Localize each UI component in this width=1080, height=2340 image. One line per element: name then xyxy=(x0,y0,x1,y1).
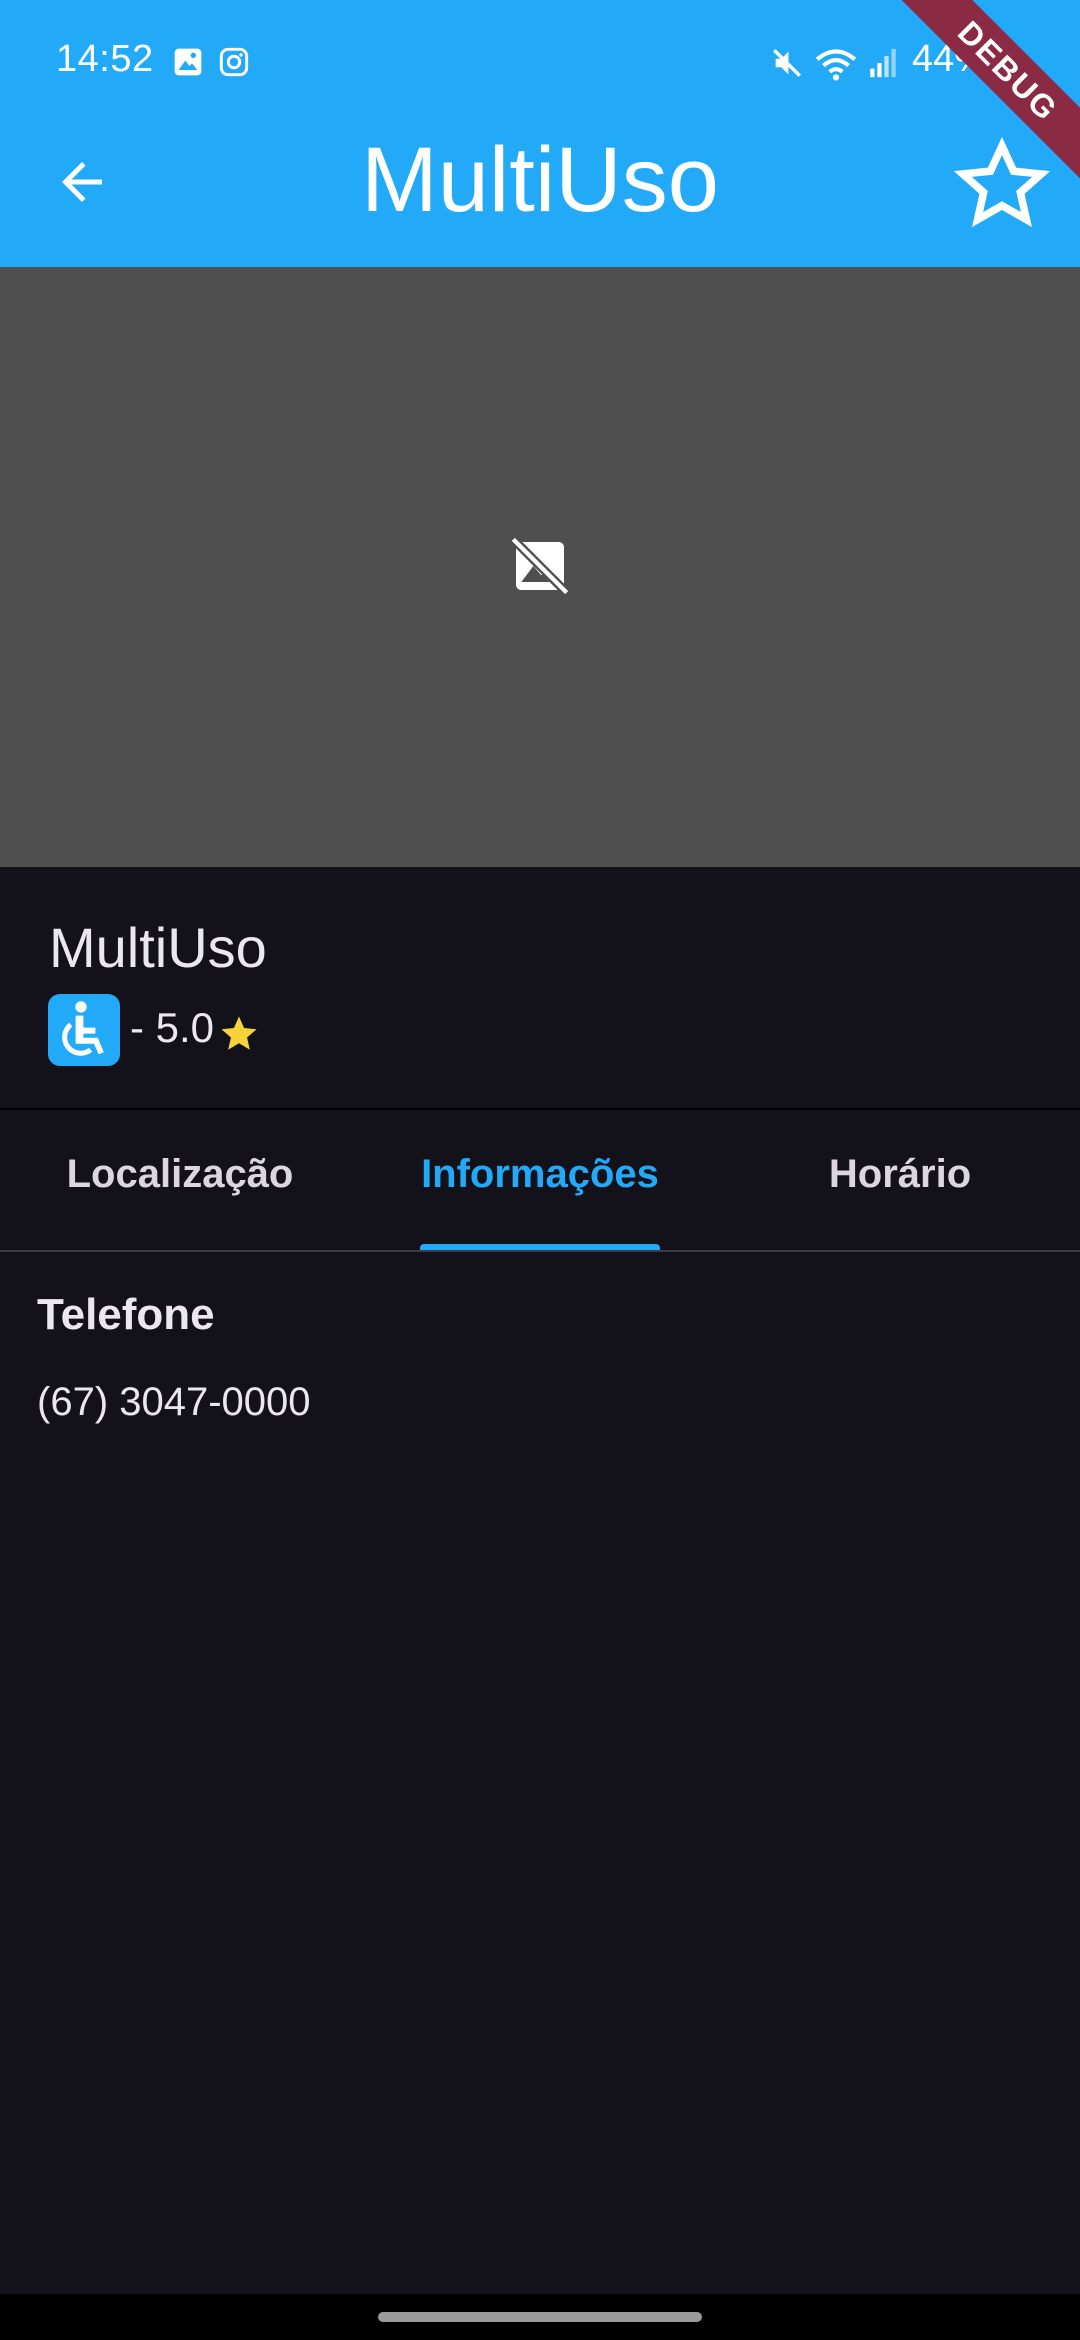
status-bar: 14:52 44% xyxy=(0,0,1080,128)
status-time: 14:52 xyxy=(56,38,154,80)
tab-informacoes[interactable]: Informações xyxy=(360,1152,720,1197)
place-image-placeholder xyxy=(0,267,1080,867)
gallery-notification-icon xyxy=(174,48,202,76)
tab-localizacao[interactable]: Localização xyxy=(0,1152,360,1197)
place-info: MultiUso - 5.0 xyxy=(0,867,1080,1109)
app-bar-title: MultiUso xyxy=(361,129,719,231)
signal-icon xyxy=(870,48,896,78)
place-name: MultiUso xyxy=(49,916,267,979)
tab-horario[interactable]: Horário xyxy=(720,1152,1080,1197)
mute-icon xyxy=(773,49,801,77)
tab-content-informacoes: Telefone (67) 3047-0000 xyxy=(0,1252,1080,2292)
instagram-notification-icon xyxy=(219,47,249,77)
favorite-star-icon[interactable] xyxy=(954,136,1050,232)
home-gesture-handle[interactable] xyxy=(378,2312,702,2322)
image-not-supported-icon xyxy=(510,536,570,596)
phone-value[interactable]: (67) 3047-0000 xyxy=(37,1380,311,1425)
rating-star-icon xyxy=(221,1016,257,1050)
system-navigation-bar xyxy=(0,2294,1080,2340)
accessible-icon xyxy=(62,1001,104,1056)
phone-label: Telefone xyxy=(37,1290,215,1339)
place-rating: - 5.0 xyxy=(130,1004,215,1051)
tab-bar: Localização Informações Horário xyxy=(0,1110,1080,1252)
accessibility-badge xyxy=(48,994,120,1066)
wifi-icon xyxy=(815,49,857,81)
app-bar: 14:52 44% MultiUso DEBUG xyxy=(0,0,1080,267)
